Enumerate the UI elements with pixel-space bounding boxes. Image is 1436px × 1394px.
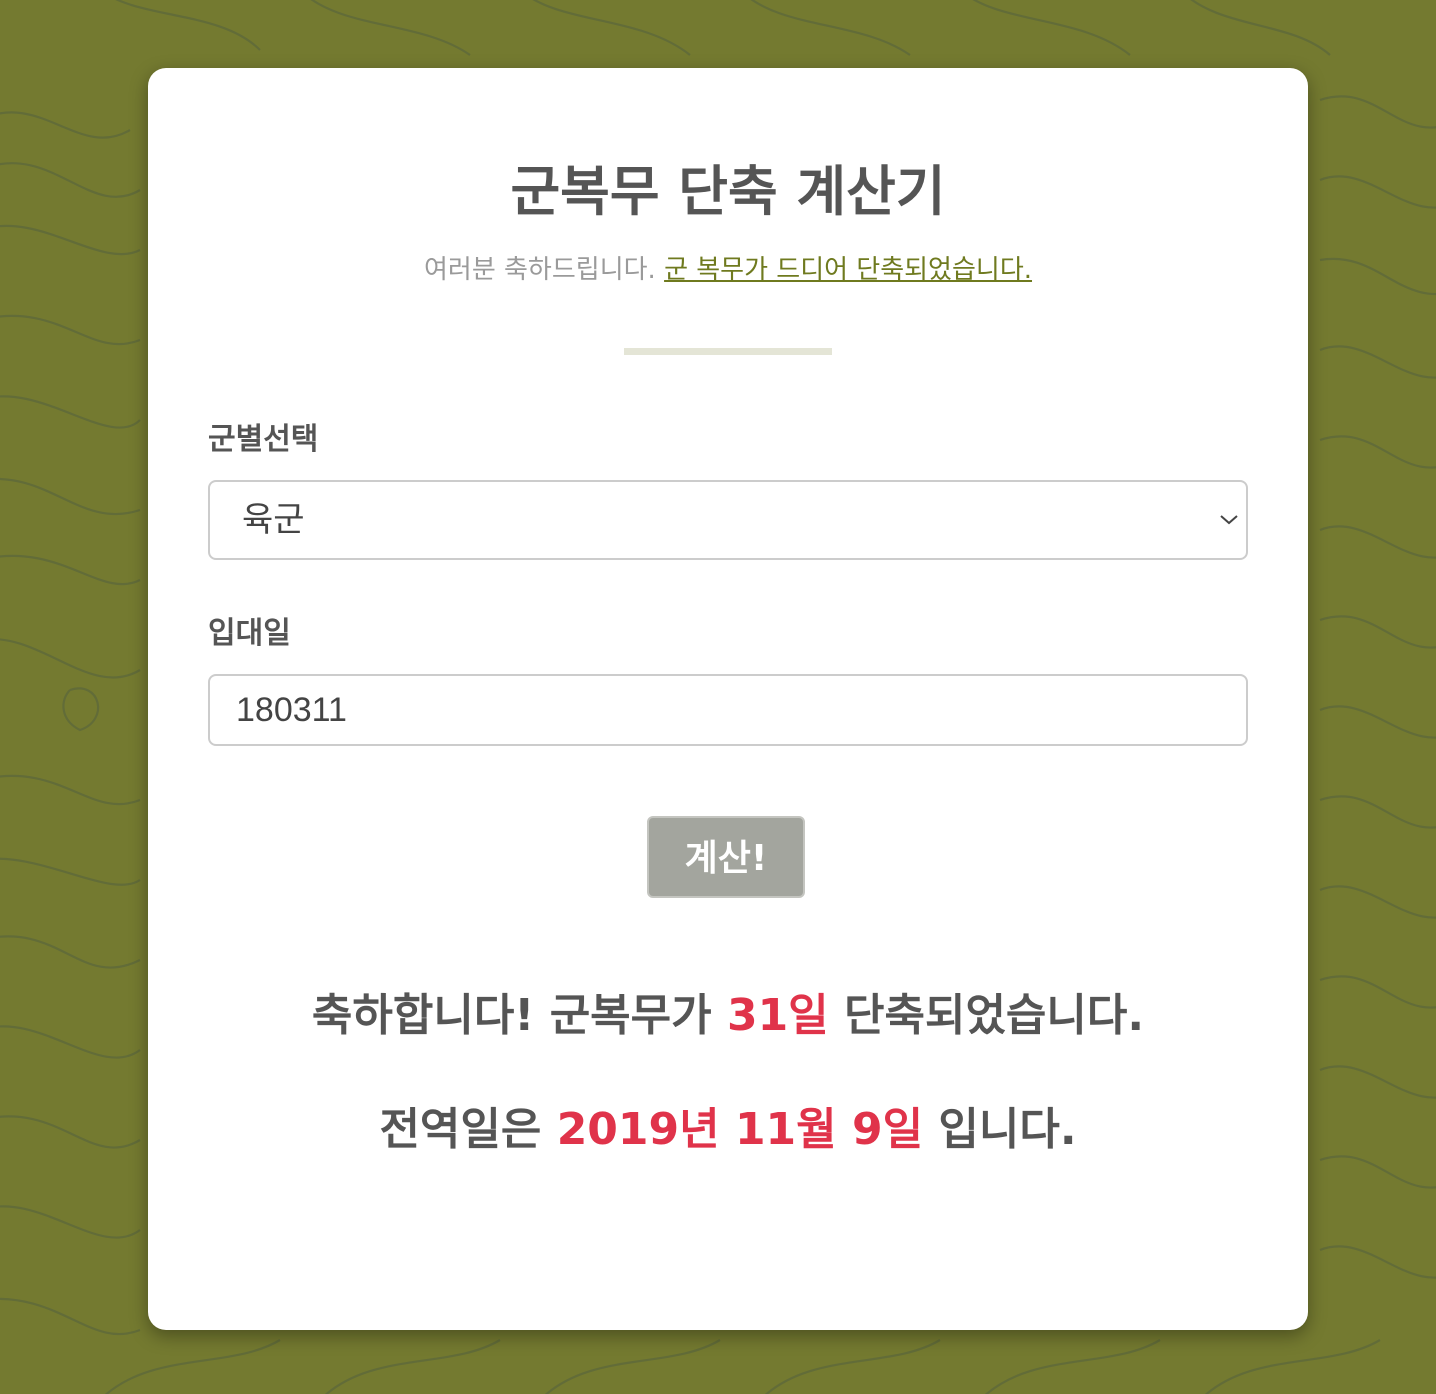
page-title: 군복무 단축 계산기 [510,160,946,223]
enlist-date-label: 입대일 [208,616,291,651]
result-line1-prefix: 축하합니다! 군복무가 [311,990,712,1041]
branch-label: 군별선택 [208,422,319,457]
result-line2-prefix: 전역일은 [379,1104,542,1155]
result-line1-suffix: 단축되었습니다. [844,990,1145,1041]
calculate-button[interactable]: 계산! [647,816,805,898]
result-discharge-date: 전역일은 2019년 11월 9일 입니다. [148,1100,1308,1160]
enlist-date-value: 180311 [236,691,347,729]
divider [624,348,832,355]
enlist-date-input[interactable]: 180311 [208,674,1248,746]
news-link[interactable]: 군 복무가 드디어 단축되었습니다. [664,255,1032,285]
result-reduction: 축하합니다! 군복무가 31일 단축되었습니다. [148,986,1308,1046]
chevron-down-icon [1220,515,1238,525]
branch-select-value: 육군 [242,500,305,540]
calculator-card: 군복무 단축 계산기 여러분 축하드립니다. 군 복무가 드디어 단축되었습니다… [148,68,1308,1330]
branch-select[interactable]: 육군 [208,480,1248,560]
subtitle: 여러분 축하드립니다. 군 복무가 드디어 단축되었습니다. [148,252,1308,288]
reduced-days: 31일 [726,990,829,1041]
discharge-date: 2019년 11월 9일 [556,1104,924,1155]
subtitle-text: 여러분 축하드립니다. [423,255,656,285]
result-line2-suffix: 입니다. [938,1104,1077,1155]
